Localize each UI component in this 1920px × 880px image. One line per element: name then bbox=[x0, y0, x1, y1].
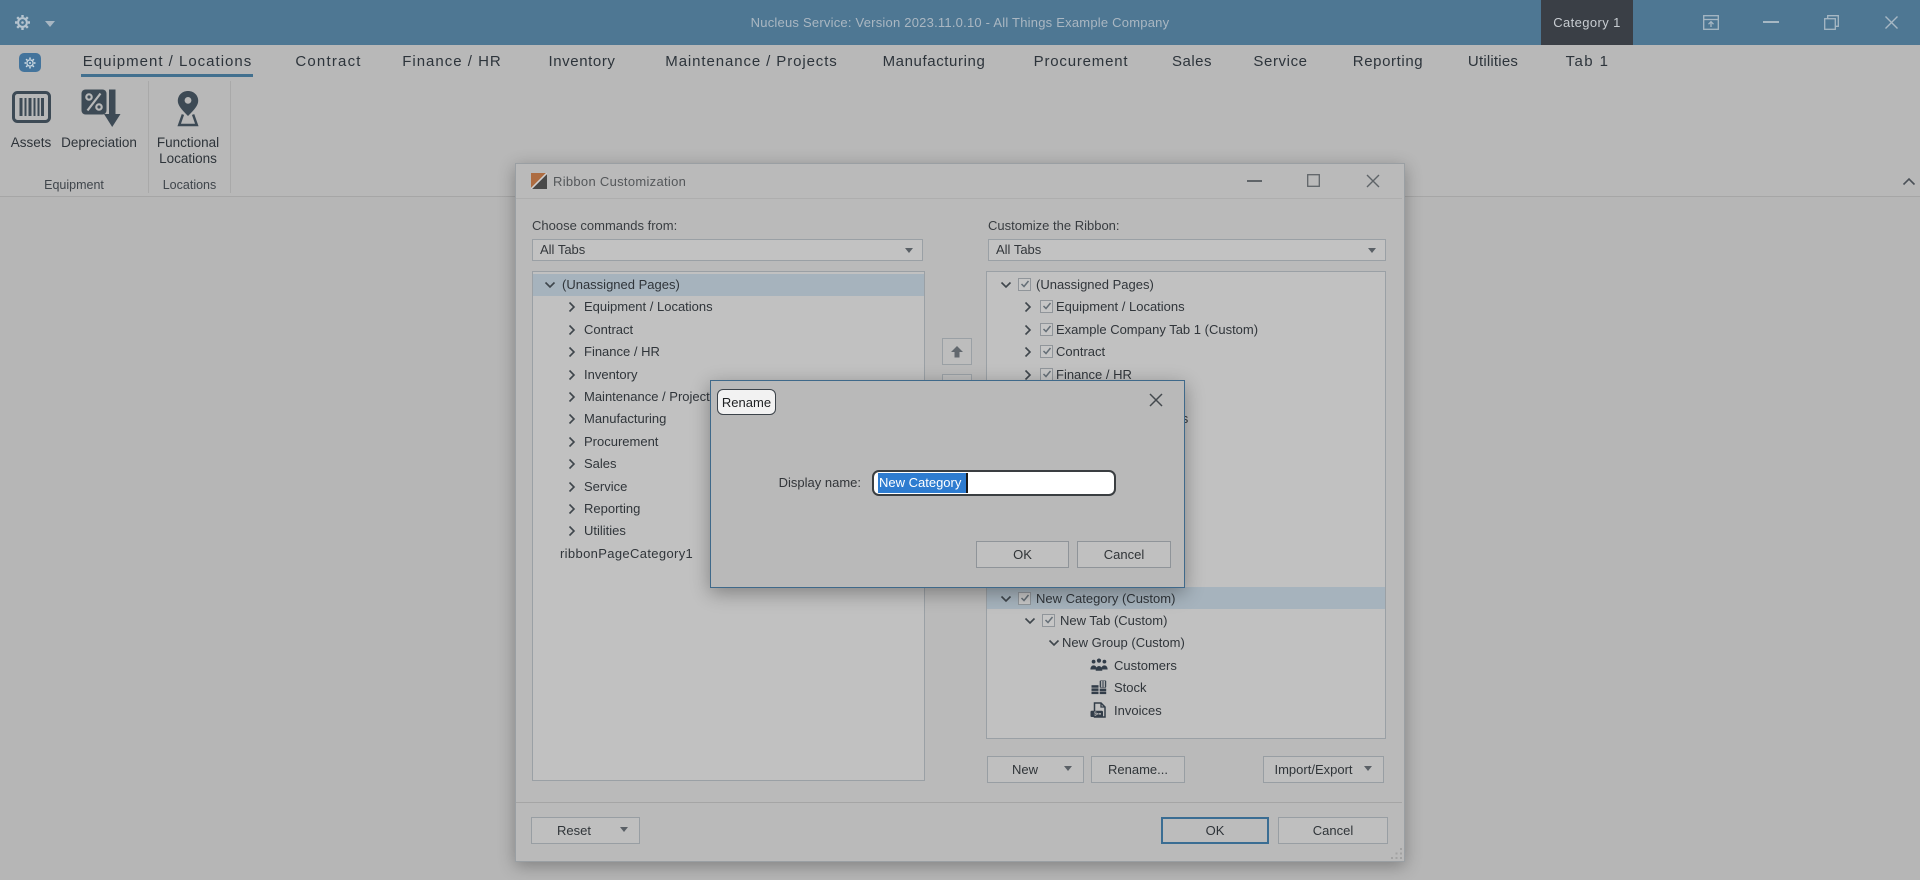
svg-text:$: $ bbox=[1094, 712, 1097, 718]
